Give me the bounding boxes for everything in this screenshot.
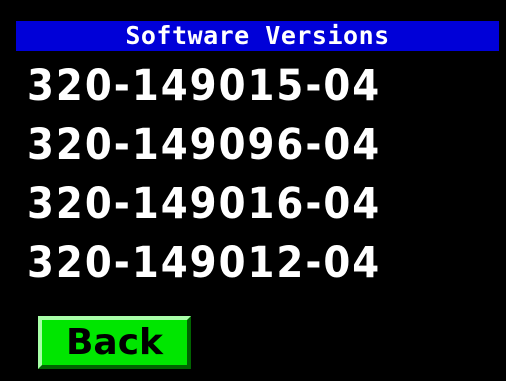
software-versions-screen: Software Versions 320-149015-04 320-1490… [0, 0, 506, 381]
version-item: 320-149015-04 [27, 61, 382, 111]
version-item: 320-149016-04 [27, 179, 382, 229]
back-button[interactable]: Back [38, 316, 191, 369]
version-item: 320-149012-04 [27, 238, 382, 288]
page-title: Software Versions [16, 21, 499, 51]
version-item: 320-149096-04 [27, 120, 382, 170]
version-list: 320-149015-04 320-149096-04 320-149016-0… [27, 60, 381, 296]
